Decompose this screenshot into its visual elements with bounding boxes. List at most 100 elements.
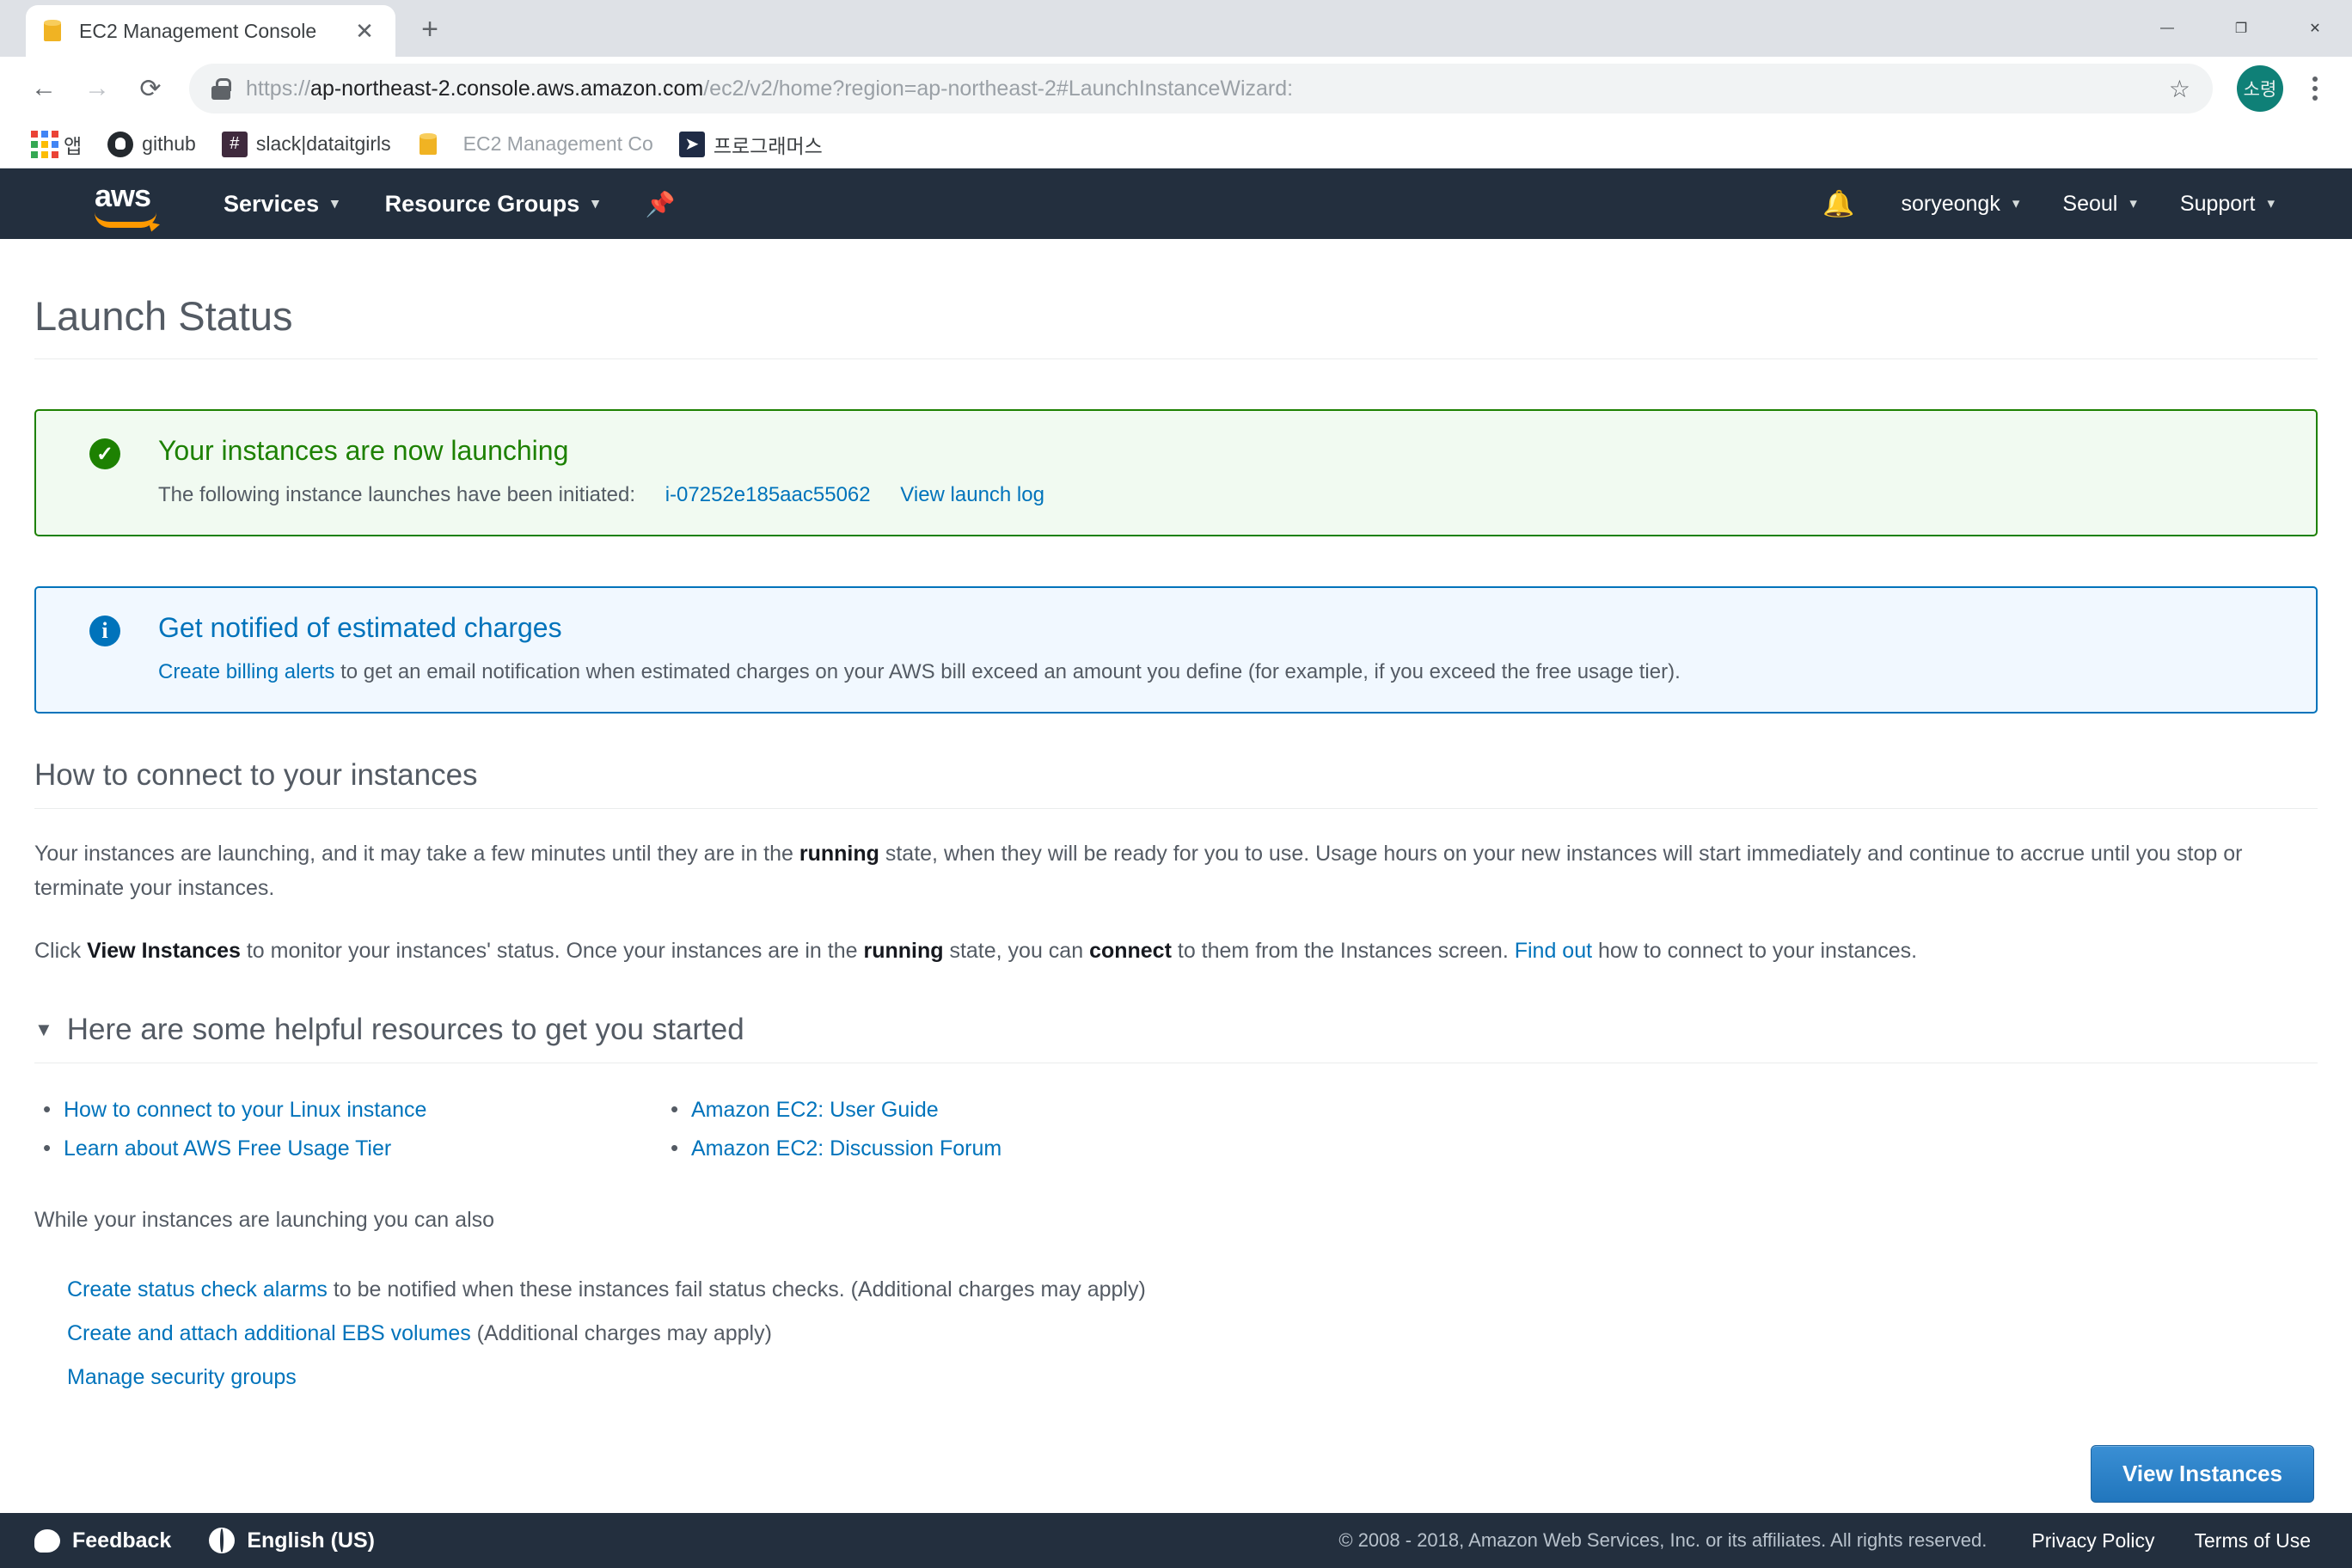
create-billing-alerts-link[interactable]: Create billing alerts [158,660,334,683]
chrome-menu-icon[interactable] [2295,64,2335,113]
nav-region[interactable]: Seoul ▾ [2062,192,2137,217]
info-circle-icon: i [89,615,131,646]
p2-bold-connect: connect [1089,938,1172,963]
url-path: /ec2/v2/home?region=ap-northeast-2#Launc… [703,76,1294,101]
alert-subtext: The following instance launches have bee… [158,481,2287,511]
alert-heading: Get notified of estimated charges [158,611,562,643]
privacy-policy-link[interactable]: Privacy Policy [2031,1529,2154,1553]
nav-support[interactable]: Support ▾ [2180,192,2275,217]
resource-link[interactable]: How to connect to your Linux instance [64,1098,426,1122]
chevron-down-icon: ▾ [591,195,599,211]
check-circle-icon: ✓ [89,438,131,469]
create-status-check-alarms-link[interactable]: Create status check alarms [67,1277,328,1302]
view-launch-log-link[interactable]: View launch log [900,483,1044,506]
bookmark-apps[interactable]: 앱 [21,125,92,164]
p2-part-e: how to connect to your instances. [1592,938,1918,963]
list-item: Create and attach additional EBS volumes… [67,1321,2318,1346]
close-window-icon[interactable]: ✕ [2278,0,2352,57]
close-tab-icon[interactable]: ✕ [349,15,380,46]
nav-resource-groups-label: Resource Groups [384,190,580,217]
chevron-down-icon: ▾ [2267,195,2275,211]
also-item-rest: (Additional charges may apply) [470,1320,772,1345]
feedback-button[interactable]: Feedback [34,1528,171,1553]
view-instances-button[interactable]: View Instances [2091,1444,2314,1503]
minimize-icon[interactable]: — [2130,0,2204,57]
aws-smile-icon [95,212,156,228]
language-label: English (US) [247,1528,375,1553]
feedback-label: Feedback [72,1528,172,1553]
bookmark-label: github [142,132,196,155]
profile-avatar[interactable]: 소령 [2237,65,2283,112]
nav-resource-groups[interactable]: Resource Groups ▾ [385,191,599,217]
bookmark-programmers[interactable]: ➤ 프로그래머스 [669,125,833,164]
bookmark-github[interactable]: github [97,126,206,162]
copyright-text: © 2008 - 2018, Amazon Web Services, Inc.… [1338,1529,1988,1551]
bookmark-label: slack|dataitgirls [255,132,391,155]
bookmark-star-icon[interactable]: ☆ [2169,75,2190,103]
triangle-down-icon[interactable]: ▼ [34,1019,53,1041]
bookmarks-bar: 앱 github # slack|dataitgirls EC2 Managem… [0,120,2352,168]
language-selector[interactable]: English (US) [209,1528,375,1553]
bookmark-label: 프로그래머스 [713,134,823,157]
list-item: Manage security groups [67,1365,2318,1390]
back-icon[interactable]: ← [17,62,70,115]
p2-bold-view-instances: View Instances [87,938,241,963]
globe-icon [209,1528,236,1553]
resource-link[interactable]: Amazon EC2: User Guide [691,1098,939,1122]
window-controls: — ❐ ✕ [2130,0,2352,57]
resources-section-title: Here are some helpful resources to get y… [66,1013,744,1047]
forward-icon[interactable]: → [70,62,124,115]
bookmark-ec2[interactable]: EC2 Management Co [407,126,664,162]
p2-part-c: state, you can [943,938,1090,963]
list-item: Amazon EC2: Discussion Forum [662,1135,1289,1161]
nav-services[interactable]: Services ▾ [224,191,339,217]
programmers-icon: ➤ [678,131,705,157]
alert-body: Your instances are now launching The fol… [158,435,2287,511]
browser-window: EC2 Management Console ✕ + — ❐ ✕ ← → ⟳ h… [0,0,2352,1568]
alert-subtext: Create billing alerts to get an email no… [158,658,2287,688]
resource-link[interactable]: Amazon EC2: Discussion Forum [691,1136,1001,1161]
resources-column-left: How to connect to your Linux instance Le… [34,1084,662,1175]
p2-part-a: Click [34,938,88,963]
manage-security-groups-link[interactable]: Manage security groups [67,1365,297,1389]
also-action-list: Create status check alarms to be notifie… [34,1277,2318,1390]
maximize-icon[interactable]: ❐ [2204,0,2278,57]
terms-of-use-link[interactable]: Terms of Use [2195,1529,2311,1553]
reload-icon[interactable]: ⟳ [124,62,177,115]
nav-support-label: Support [2179,191,2256,216]
alert-sub-prefix: The following instance launches have bee… [158,483,636,506]
nav-account[interactable]: soryeongk ▾ [1901,192,2019,217]
launch-success-alert: ✓ Your instances are now launching The f… [34,409,2318,536]
list-item: Create status check alarms to be notifie… [67,1277,2318,1302]
resource-link[interactable]: Learn about AWS Free Usage Tier [64,1136,391,1161]
apps-grid-icon [31,130,58,158]
button-row: View Instances [34,1444,2318,1503]
bookmark-slack[interactable]: # slack|dataitgirls [211,126,401,162]
cube-icon [417,132,441,157]
billing-info-alert: i Get notified of estimated charges Crea… [34,585,2318,714]
connect-section-heading: How to connect to your instances [34,758,2318,809]
create-ebs-volumes-link[interactable]: Create and attach additional EBS volumes [67,1321,471,1345]
connect-paragraph-2: Click View Instances to monitor your ins… [34,934,2269,969]
pin-icon[interactable]: 📌 [646,190,676,218]
billing-alert-description: to get an email notification when estima… [340,659,1681,683]
browser-tab[interactable]: EC2 Management Console ✕ [26,5,395,57]
address-bar[interactable]: https://ap-northeast-2.console.aws.amazo… [189,64,2213,113]
instance-id-link[interactable]: i-07252e185aac55062 [665,483,871,506]
chevron-down-icon: ▾ [2129,195,2137,211]
github-icon [107,131,134,157]
aws-logo[interactable]: aws [95,181,172,228]
resources-section-heading[interactable]: ▼ Here are some helpful resources to get… [34,1013,2318,1064]
tab-title: EC2 Management Console [79,19,317,42]
new-tab-button[interactable]: + [409,9,450,50]
alert-heading: Your instances are now launching [158,435,569,466]
nav-account-label: soryeongk [1901,191,2000,216]
main-content: Launch Status ✓ Your instances are now l… [0,239,2352,1513]
p2-part-b: to monitor your instances' status. Once … [240,938,864,963]
connect-section-title: How to connect to your instances [34,757,478,792]
notifications-bell-icon[interactable]: 🔔 [1822,189,1854,219]
list-item: Learn about AWS Free Usage Tier [34,1135,662,1161]
tab-strip: EC2 Management Console ✕ + — ❐ ✕ [0,0,2352,57]
lock-icon [211,77,231,100]
find-out-link[interactable]: Find out [1515,939,1592,963]
